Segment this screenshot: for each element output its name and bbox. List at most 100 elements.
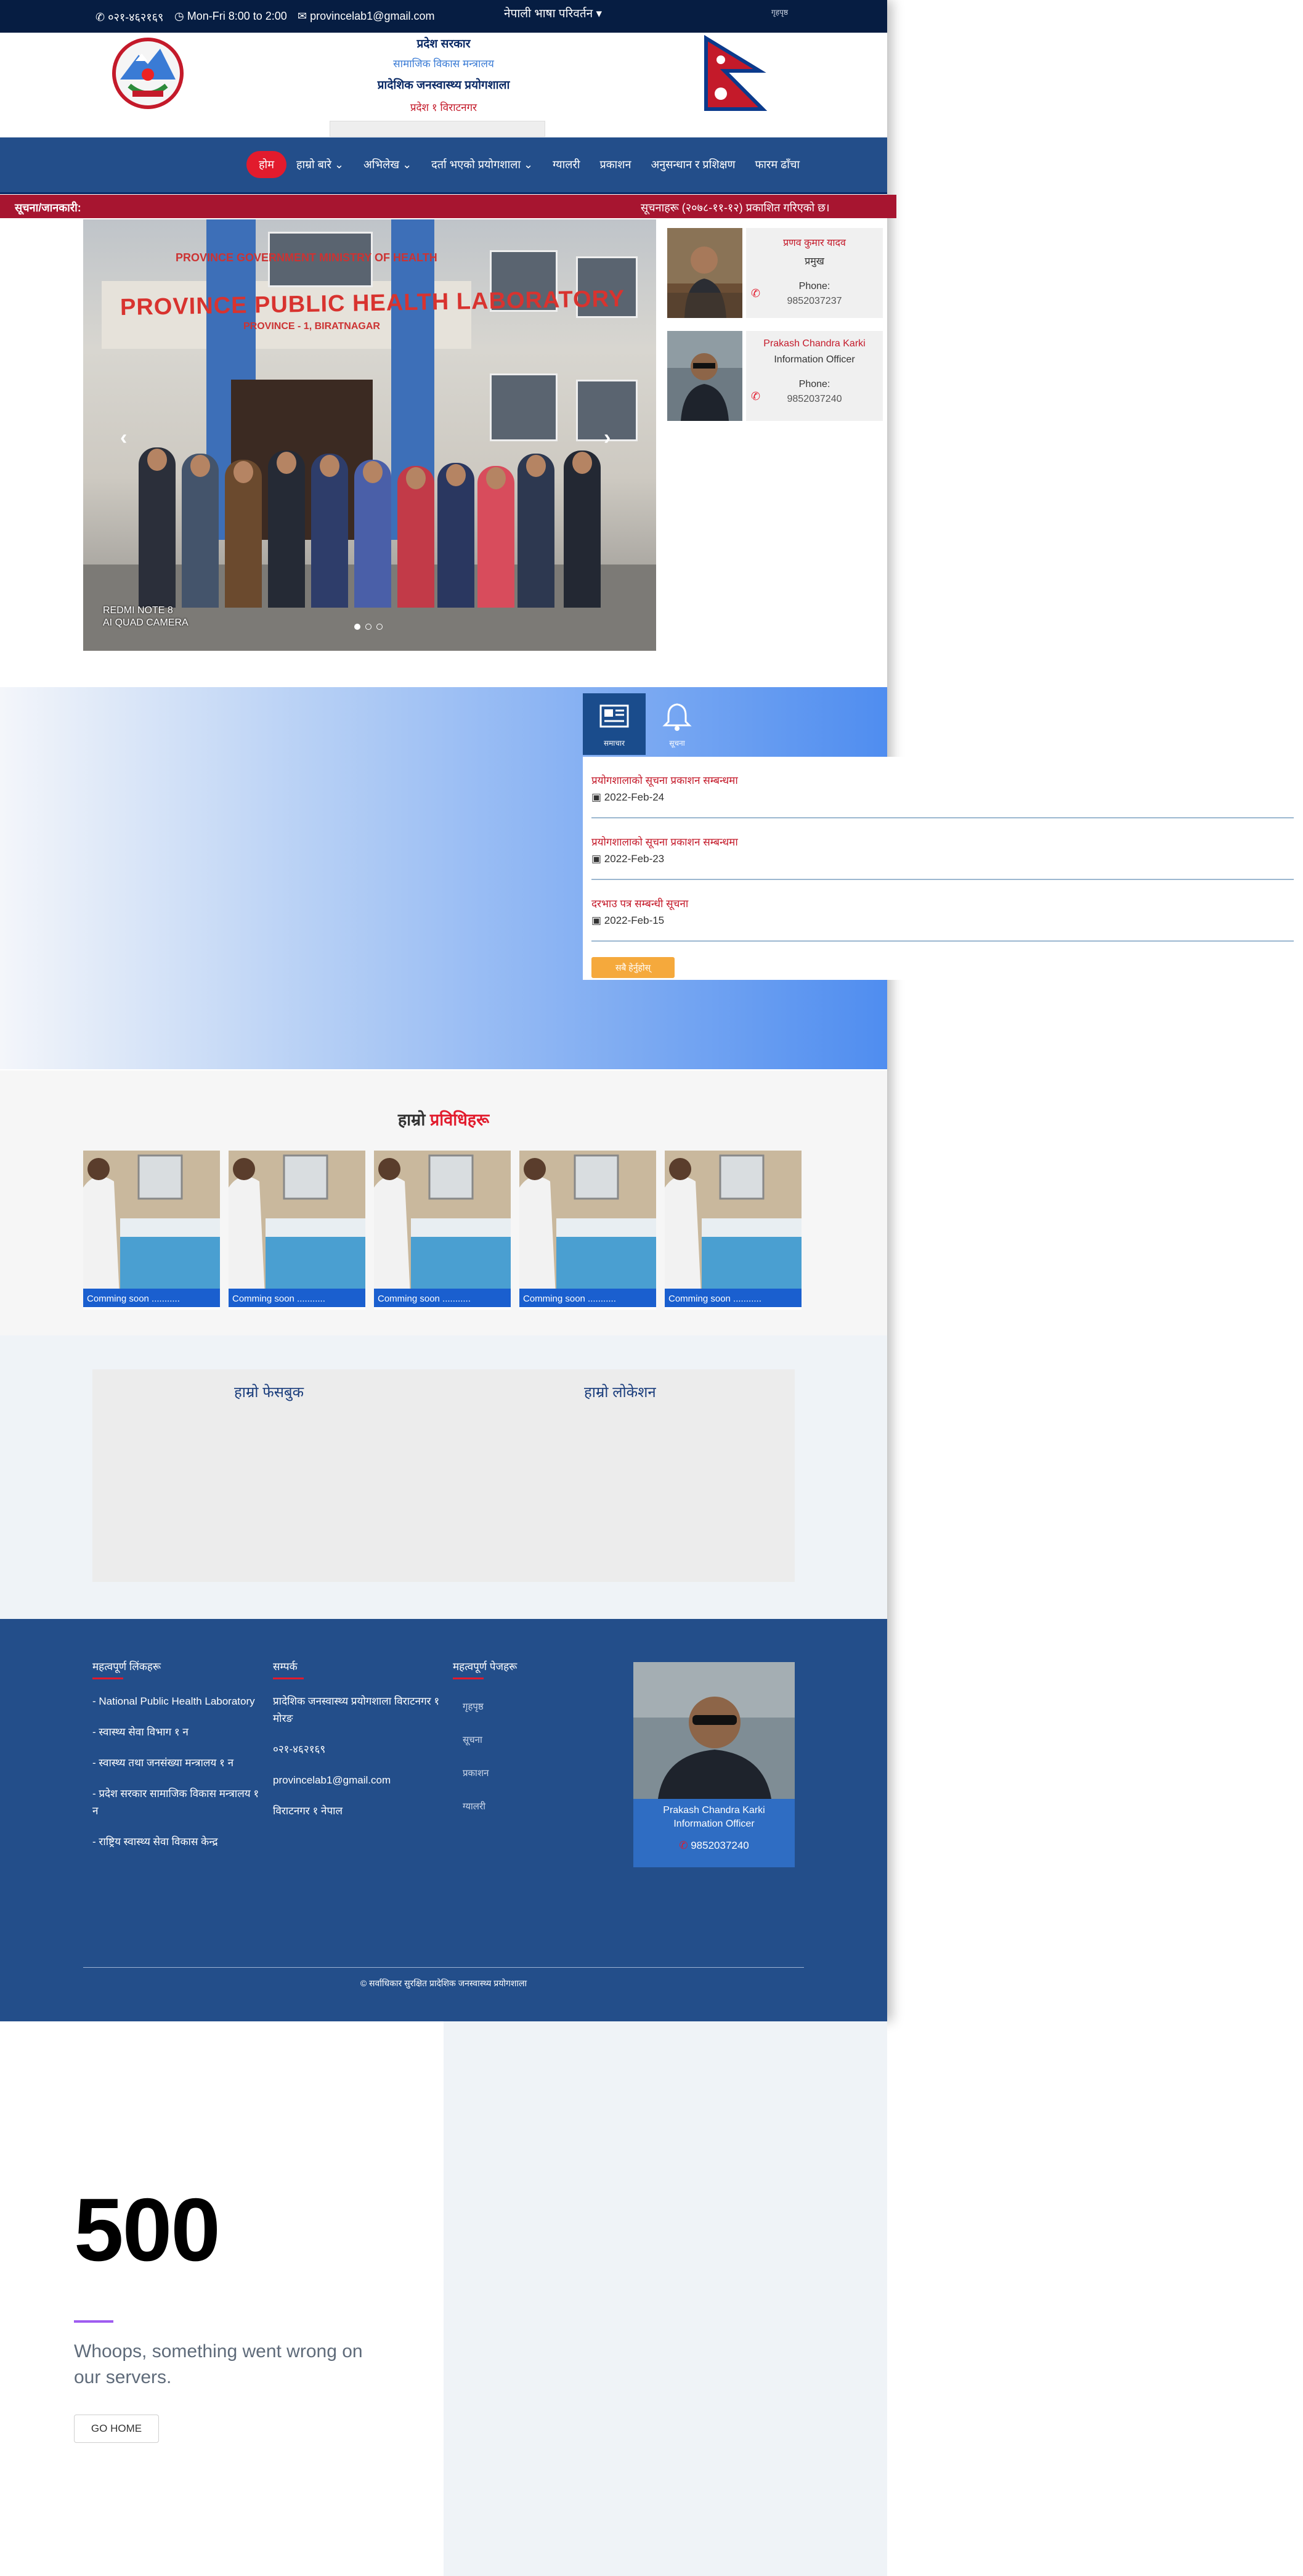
news-item[interactable]: प्रयोगशालाको सूचना प्रकाशन सम्बन्धमा ▣ 2… xyxy=(591,757,1294,818)
footer-copyright: © सर्वाधिकार सुरक्षित प्रादेशिक जनस्वास्… xyxy=(360,1978,527,1988)
topbar-email-text: provincelab1@gmail.com xyxy=(310,10,435,22)
topbar-hours-text: Mon-Fri 8:00 to 2:00 xyxy=(187,10,287,22)
footer-link[interactable]: - प्रदेश सरकार सामाजिक विकास मन्त्रालय १… xyxy=(92,1785,265,1820)
ticker-message[interactable]: सूचनाहरू (२०७८-११-१२) प्रकाशित गरिएको छ। xyxy=(641,200,830,215)
chevron-down-icon: ⌄ xyxy=(334,158,344,171)
news-title[interactable]: दरभाउ पत्र सम्बन्धी सूचना xyxy=(591,896,688,910)
news-title[interactable]: प्रयोगशालाको सूचना प्रकाशन सम्बन्धमा xyxy=(591,834,738,849)
nav-menu: होम हाम्रो बारे ⌄ अभिलेख ⌄ दर्ता भएको प्… xyxy=(246,151,810,178)
footer-page-link[interactable]: गृहपृष्ठ xyxy=(453,1700,625,1713)
footer-pages-heading: महत्वपूर्ण पेजहरू xyxy=(453,1659,625,1679)
nepal-flag-icon xyxy=(704,35,768,111)
staff-name: Prakash Chandra Karki xyxy=(763,338,866,349)
footer-contact-phone[interactable]: ०२१-४६२१६९ xyxy=(273,1741,445,1758)
footer-page-link[interactable]: प्रकाशन xyxy=(453,1767,625,1779)
news-date: ▣ 2022-Feb-23 xyxy=(591,853,664,865)
news-item[interactable]: प्रयोगशालाको सूचना प्रकाशन सम्बन्धमा ▣ 2… xyxy=(591,818,1294,880)
clock-icon: ◷ xyxy=(174,10,184,22)
staff-phone[interactable]: 9852037237 xyxy=(746,296,883,307)
news-date: ▣ 2022-Feb-15 xyxy=(591,915,664,927)
topbar-phone-text: ०२१-४६२१६९ xyxy=(108,11,164,23)
footer-links-heading: महत्वपूर्ण लिंकहरू xyxy=(92,1659,265,1679)
news-item[interactable]: दरभाउ पत्र सम्बन्धी सूचना ▣ 2022-Feb-15 xyxy=(591,880,1294,942)
topbar-phone[interactable]: ✆ ०२१-४६२१६९ xyxy=(95,10,163,25)
person-head xyxy=(446,464,466,486)
news-title[interactable]: प्रयोगशालाको सूचना प्रकाशन सम्बन्धमा xyxy=(591,773,738,787)
technology-card[interactable]: Comming soon ........... xyxy=(519,1151,656,1310)
calendar-icon: ▣ xyxy=(591,853,602,865)
staff-photo xyxy=(667,331,742,421)
footer-link[interactable]: - National Public Health Laboratory xyxy=(92,1693,265,1710)
slider-next-icon[interactable]: › xyxy=(604,426,611,450)
slider-prev-icon[interactable]: ‹ xyxy=(120,426,127,450)
nav-item-home[interactable]: होम xyxy=(246,151,286,178)
footer-link[interactable]: - स्वास्थ्य सेवा विभाग १ न xyxy=(92,1724,265,1741)
nav-item-about[interactable]: हाम्रो बारे ⌄ xyxy=(286,151,354,178)
footer-page-link[interactable]: सूचना xyxy=(453,1734,625,1746)
slider-dot[interactable] xyxy=(376,624,383,630)
technology-image xyxy=(374,1151,511,1310)
envelope-icon: ✉ xyxy=(298,10,307,22)
footer-profile-phone[interactable]: ✆ 9852037240 xyxy=(633,1840,795,1852)
slider-dot[interactable] xyxy=(365,624,371,630)
error-message: Whoops, something went wrong on our serv… xyxy=(74,2341,363,2387)
language-dropdown[interactable]: नेपाली भाषा परिवर्तन ▾ xyxy=(504,5,602,21)
technology-image xyxy=(665,1151,802,1310)
nav-item-forms[interactable]: फारम ढाँचा xyxy=(745,151,810,178)
news-date: ▣ 2022-Feb-24 xyxy=(591,791,664,804)
tab-notice[interactable]: सूचना xyxy=(646,693,708,755)
footer-contact-email[interactable]: provincelab1@gmail.com xyxy=(273,1772,445,1789)
technology-card[interactable]: Comming soon ........... xyxy=(229,1151,365,1310)
nav-item-publications[interactable]: प्रकाशन xyxy=(590,151,641,178)
person-head xyxy=(233,461,253,483)
header-line-1: प्रदेश सरकार xyxy=(416,38,471,51)
header-line-3: प्रादेशिक जनस्वास्थ्य प्रयोगशाला xyxy=(377,79,510,92)
nepal-emblem-icon[interactable] xyxy=(105,36,191,110)
slider-indicators xyxy=(354,624,383,630)
person-head xyxy=(190,455,210,477)
header-line-2: सामाजिक विकास मन्त्रालय xyxy=(393,58,494,70)
caret-down-icon: ▾ xyxy=(596,7,603,20)
language-label: नेपाली भाषा परिवर्तन xyxy=(504,7,593,20)
technology-card[interactable]: Comming soon ........... xyxy=(665,1151,802,1310)
footer-profile-image xyxy=(633,1662,795,1799)
staff-card: Prakash Chandra Karki Information Office… xyxy=(667,331,883,421)
hero-slider: PROVINCE GOVERNMENT MINISTRY OF HEALTH P… xyxy=(83,219,656,651)
footer-contact-location: विराटनगर १ नेपाल xyxy=(273,1805,343,1817)
person-head xyxy=(277,452,296,474)
topbar-email[interactable]: ✉ provincelab1@gmail.com xyxy=(298,10,434,23)
staff-phone-label: Phone: xyxy=(798,379,830,389)
news-ticker: सूचना/जानकारी: सूचनाहरू (२०७८-११-१२) प्र… xyxy=(0,195,896,218)
staff-phone[interactable]: 9852037240 xyxy=(746,394,883,405)
location-heading: हाम्रो लोकेशन xyxy=(584,1384,656,1401)
technologies-title: हाम्रो प्रविधिहरू xyxy=(0,1107,887,1130)
footer-profile-photo xyxy=(633,1662,795,1799)
footer-divider xyxy=(83,1967,804,1968)
go-home-button[interactable]: GO HOME xyxy=(74,2415,159,2443)
nav-item-records[interactable]: अभिलेख ⌄ xyxy=(354,151,421,178)
footer-link[interactable]: - राष्ट्रिय स्वास्थ्य सेवा विकास केन्द्र xyxy=(92,1833,265,1851)
calendar-icon: ▣ xyxy=(591,791,602,803)
technology-card[interactable]: Comming soon ........... xyxy=(374,1151,511,1310)
footer-page-link[interactable]: ग्यालरी xyxy=(453,1800,625,1812)
sign-top-text: PROVINCE GOVERNMENT MINISTRY OF HEALTH xyxy=(176,251,437,264)
slider-dot[interactable] xyxy=(354,624,360,630)
technology-card[interactable]: Comming soon ........... xyxy=(83,1151,220,1310)
topbar-right-link[interactable]: गृहपृष्ठ xyxy=(771,7,788,17)
technologies-section: हाम्रो प्रविधिहरू Comming soon .........… xyxy=(0,1070,887,1335)
header-search-box[interactable] xyxy=(330,121,545,137)
view-all-news-button[interactable]: सबै हेर्नुहोस् xyxy=(591,957,675,978)
technology-card-label: Comming soon ........... xyxy=(519,1289,656,1310)
nav-item-research[interactable]: अनुसन्धान र प्रशिक्षण xyxy=(641,151,745,178)
phone-icon: ✆ xyxy=(751,287,761,300)
photo-watermark: REDMI NOTE 8 AI QUAD CAMERA xyxy=(103,605,189,629)
nav-item-gallery[interactable]: ग्यालरी xyxy=(543,151,590,178)
tab-notice-label: सूचना xyxy=(669,739,685,748)
technology-card-label: Comming soon ........... xyxy=(83,1289,220,1310)
footer-link[interactable]: - स्वास्थ्य तथा जनसंख्या मन्त्रालय १ न xyxy=(92,1755,265,1772)
tab-news[interactable]: समाचार xyxy=(583,693,646,755)
nav-item-registered-labs[interactable]: दर्ता भएको प्रयोगशाला ⌄ xyxy=(421,151,543,178)
footer-contact-heading: सम्पर्क xyxy=(273,1659,445,1679)
calendar-icon: ▣ xyxy=(591,915,602,926)
footer-pages-column: महत्वपूर्ण पेजहरू गृहपृष्ठ सूचना प्रकाशन… xyxy=(453,1659,625,1812)
